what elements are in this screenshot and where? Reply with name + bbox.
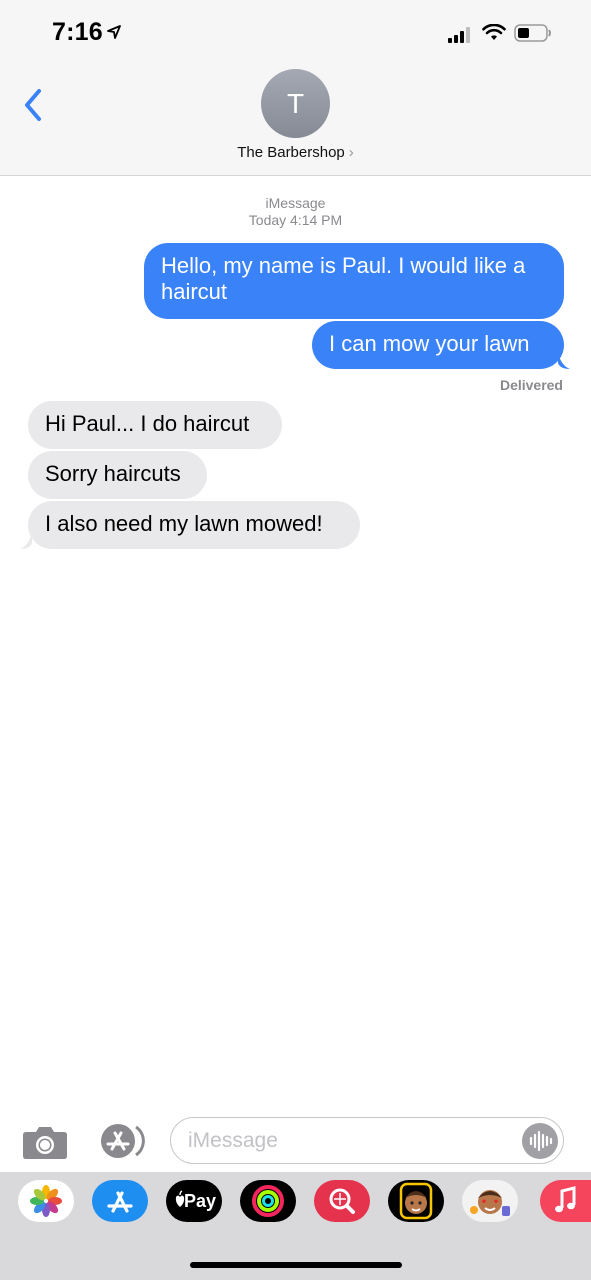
incoming-message[interactable]: Hi Paul... I do haircut xyxy=(28,401,282,449)
message-text: I also need my lawn mowed! xyxy=(45,511,323,536)
delivery-status: Delivered xyxy=(499,377,563,393)
music-icon[interactable] xyxy=(540,1180,591,1222)
home-indicator[interactable] xyxy=(190,1262,402,1268)
battery-icon xyxy=(514,24,551,42)
cellular-signal-icon xyxy=(448,27,470,43)
message-text: haircut xyxy=(161,279,228,304)
memoji-icon[interactable] xyxy=(388,1180,444,1222)
service-label: iMessage xyxy=(265,195,326,211)
message-text: Hi Paul... I do haircut xyxy=(45,411,250,436)
bubble-tail xyxy=(558,351,570,369)
thread-timestamp: Today 4:14 PM xyxy=(248,212,343,228)
app-store-icon[interactable] xyxy=(92,1180,148,1222)
apple-pay-icon[interactable]: Pay xyxy=(166,1180,222,1222)
apple-pay-label: Pay xyxy=(183,1191,217,1211)
activity-icon[interactable] xyxy=(240,1180,296,1222)
status-bar: 7:16 xyxy=(0,0,591,62)
photos-icon[interactable] xyxy=(18,1180,74,1222)
contact-name: The Barbershop xyxy=(237,144,345,161)
animoji-stickers-icon[interactable] xyxy=(462,1180,518,1222)
contact-name-button[interactable]: The Barbershop › xyxy=(0,144,591,161)
contact-avatar[interactable]: T xyxy=(261,69,330,138)
bubble-tail xyxy=(20,531,32,549)
wifi-icon xyxy=(482,24,506,40)
camera-icon[interactable] xyxy=(22,1124,68,1160)
audio-message-icon[interactable] xyxy=(522,1123,558,1159)
incoming-message[interactable]: I also need my lawn mowed! xyxy=(28,501,360,549)
back-chevron-icon[interactable] xyxy=(22,88,44,122)
message-text: I can mow your lawn xyxy=(329,331,530,356)
search-images-icon[interactable] xyxy=(314,1180,370,1222)
message-input-placeholder: iMessage xyxy=(188,1129,278,1152)
message-text: Hello, my name is Paul. I would like a xyxy=(161,253,526,278)
outgoing-message[interactable]: I can mow your lawn xyxy=(312,321,564,369)
location-arrow-icon xyxy=(107,25,121,39)
conversation-header: T The Barbershop › xyxy=(0,62,591,176)
status-time: 7:16 xyxy=(52,18,103,46)
message-text: Sorry haircuts xyxy=(45,461,181,486)
app-store-button-icon[interactable] xyxy=(96,1122,146,1160)
incoming-message[interactable]: Sorry haircuts xyxy=(28,451,207,499)
message-input[interactable]: iMessage xyxy=(170,1117,564,1164)
outgoing-message[interactable]: Hello, my name is Paul. I would like a h… xyxy=(144,243,564,319)
chevron-right-icon: › xyxy=(348,144,354,161)
